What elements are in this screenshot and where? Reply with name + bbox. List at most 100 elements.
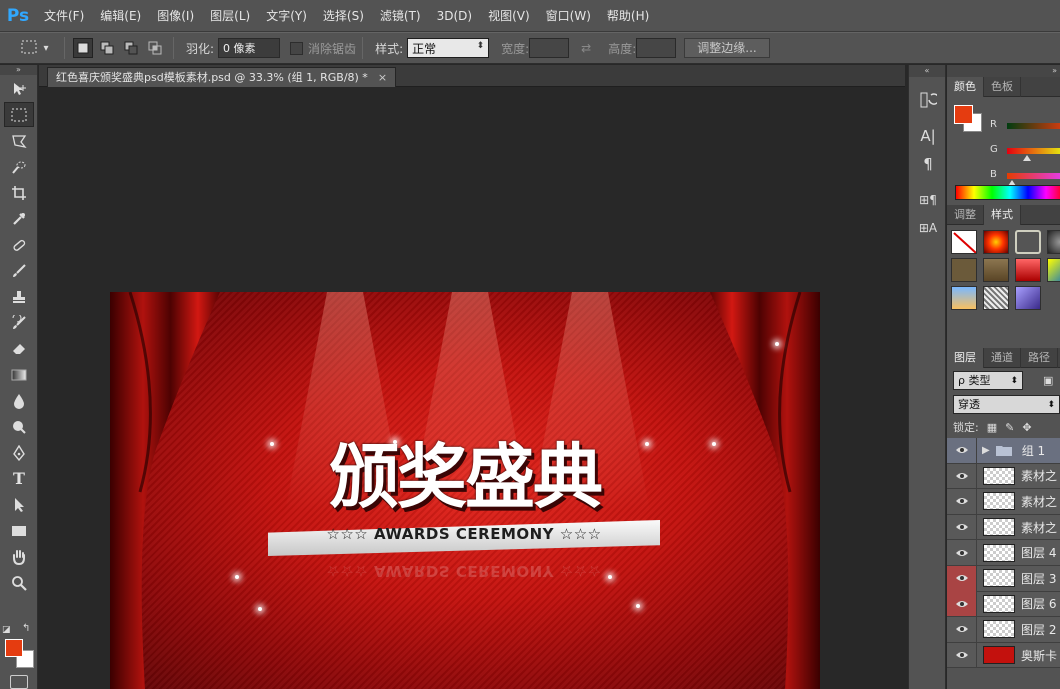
character-panel-icon[interactable]: A| (913, 123, 943, 149)
tab-layers[interactable]: 图层 (947, 348, 984, 368)
rectangular-marquee-tool-icon[interactable] (4, 102, 34, 127)
rectangle-tool-icon[interactable] (4, 518, 34, 543)
style-swatch[interactable] (1047, 258, 1060, 282)
height-input[interactable] (636, 38, 677, 58)
document-canvas[interactable]: 颁奖盛典 ☆☆☆ AWARDS CEREMONY ☆☆☆ ☆☆☆ AWARDS … (110, 292, 820, 689)
tab-paths[interactable]: 路径 (1021, 348, 1058, 368)
tool-preset-picker[interactable]: ▾ (12, 37, 58, 59)
swap-colors-icon[interactable]: ↰ (22, 623, 30, 634)
green-slider[interactable]: G (987, 142, 1060, 162)
type-tool-icon[interactable]: T (4, 466, 34, 491)
layer-thumbnail[interactable] (983, 620, 1015, 639)
style-swatch[interactable] (983, 286, 1009, 310)
style-swatch[interactable] (983, 258, 1009, 282)
visibility-eye-icon[interactable] (947, 488, 977, 514)
layer-row[interactable]: 图层 2 (947, 616, 1060, 643)
visibility-eye-icon[interactable] (947, 565, 977, 591)
blur-tool-icon[interactable] (4, 388, 34, 413)
pen-tool-icon[interactable] (4, 440, 34, 465)
style-swatch[interactable] (951, 258, 977, 282)
visibility-eye-icon[interactable] (947, 642, 977, 668)
intersect-selection-button[interactable] (145, 38, 165, 58)
dodge-tool-icon[interactable] (4, 414, 34, 439)
visibility-eye-icon[interactable] (947, 437, 977, 463)
style-swatch[interactable] (1015, 230, 1041, 254)
style-swatch[interactable] (1047, 286, 1060, 310)
quick-selection-tool-icon[interactable] (4, 154, 34, 179)
menu-edit[interactable]: 编辑(E) (92, 0, 149, 32)
blue-track[interactable] (1007, 173, 1060, 179)
new-selection-button[interactable] (73, 38, 93, 58)
lock-brush-icon[interactable]: ✎ (1005, 421, 1014, 434)
style-swatch[interactable] (1015, 258, 1041, 282)
path-selection-tool-icon[interactable] (4, 492, 34, 517)
green-track[interactable] (1007, 148, 1060, 154)
image-filter-icon[interactable]: ▣ (1043, 374, 1053, 387)
layer-row[interactable]: 图层 4 (947, 540, 1060, 566)
menu-3d[interactable]: 3D(D) (429, 0, 480, 32)
antialias-checkbox[interactable] (290, 41, 304, 55)
red-track[interactable] (1007, 123, 1060, 129)
layer-filter-select[interactable]: ρ 类型 ⬍ (953, 370, 1023, 390)
visibility-eye-icon[interactable] (947, 463, 977, 489)
swap-dimensions-icon[interactable]: ⇄ (581, 41, 591, 55)
paragraph-panel-icon[interactable]: ¶ (913, 151, 943, 177)
tab-styles[interactable]: 样式 (984, 205, 1021, 225)
history-panel-icon[interactable] (913, 87, 943, 113)
character-styles-icon[interactable]: ⊞A (913, 215, 943, 241)
gradient-tool-icon[interactable] (4, 362, 34, 387)
move-tool-icon[interactable] (4, 76, 34, 101)
layer-row[interactable]: 素材之 (947, 463, 1060, 490)
style-swatch[interactable] (1047, 230, 1060, 254)
menu-filter[interactable]: 滤镜(T) (372, 0, 429, 32)
layer-thumbnail[interactable] (983, 518, 1015, 537)
layer-row[interactable]: 素材之 (947, 488, 1060, 515)
lock-move-icon[interactable]: ✥ (1022, 421, 1031, 434)
visibility-eye-icon[interactable] (947, 591, 977, 617)
expand-triangle-icon[interactable]: ▶ (982, 445, 990, 456)
layer-thumbnail[interactable] (983, 569, 1015, 588)
quick-mask-icon[interactable] (10, 675, 28, 689)
style-swatch[interactable] (951, 286, 977, 310)
style-swatch[interactable] (1015, 286, 1041, 310)
red-slider[interactable]: R (987, 117, 1060, 137)
color-spectrum-bar[interactable] (955, 185, 1060, 200)
layer-thumbnail[interactable] (983, 543, 1015, 562)
lock-transparency-icon[interactable]: ▦ (987, 421, 997, 434)
green-slider-thumb[interactable] (1023, 155, 1031, 161)
style-select[interactable]: 正常 ⬍ (407, 38, 490, 58)
menu-help[interactable]: 帮助(H) (599, 0, 657, 32)
default-colors-icon[interactable]: ◪ (2, 625, 11, 635)
document-tab[interactable]: 红色喜庆颁奖盛典psd模板素材.psd @ 33.3% (组 1, RGB/8)… (47, 67, 397, 87)
menu-file[interactable]: 文件(F) (36, 0, 92, 32)
history-brush-tool-icon[interactable] (4, 310, 34, 335)
visibility-eye-icon[interactable] (947, 540, 977, 566)
panels-collapse-icon[interactable]: » (947, 65, 1060, 77)
layer-row[interactable]: 素材之 (947, 514, 1060, 541)
strip-collapse-icon[interactable]: « (909, 65, 945, 77)
tab-adjustments[interactable]: 调整 (947, 205, 984, 225)
toolbox-collapse-icon[interactable]: » (0, 65, 37, 75)
subtract-selection-button[interactable] (121, 38, 141, 58)
foreground-color-swatch[interactable] (5, 639, 23, 657)
layer-thumbnail[interactable] (983, 466, 1015, 485)
zoom-tool-icon[interactable] (4, 570, 34, 595)
menu-image[interactable]: 图像(I) (149, 0, 202, 32)
width-input[interactable] (529, 38, 570, 58)
layer-thumbnail[interactable] (983, 646, 1015, 665)
layer-row[interactable]: 图层 3 (947, 565, 1060, 592)
eraser-tool-icon[interactable] (4, 336, 34, 361)
tab-channels[interactable]: 通道 (984, 348, 1021, 368)
panel-foreground-swatch[interactable] (954, 105, 973, 124)
style-swatch[interactable] (983, 230, 1009, 254)
hand-tool-icon[interactable] (4, 544, 34, 569)
layer-thumbnail[interactable] (983, 594, 1015, 613)
layer-thumbnail[interactable] (983, 492, 1015, 511)
layer-row[interactable]: 奥斯卡 (947, 642, 1060, 669)
lasso-tool-icon[interactable] (4, 128, 34, 153)
refine-edge-button[interactable]: 调整边缘... (684, 38, 770, 58)
menu-type[interactable]: 文字(Y) (258, 0, 315, 32)
tab-color[interactable]: 颜色 (947, 77, 984, 97)
visibility-eye-icon[interactable] (947, 616, 977, 642)
menu-view[interactable]: 视图(V) (480, 0, 538, 32)
